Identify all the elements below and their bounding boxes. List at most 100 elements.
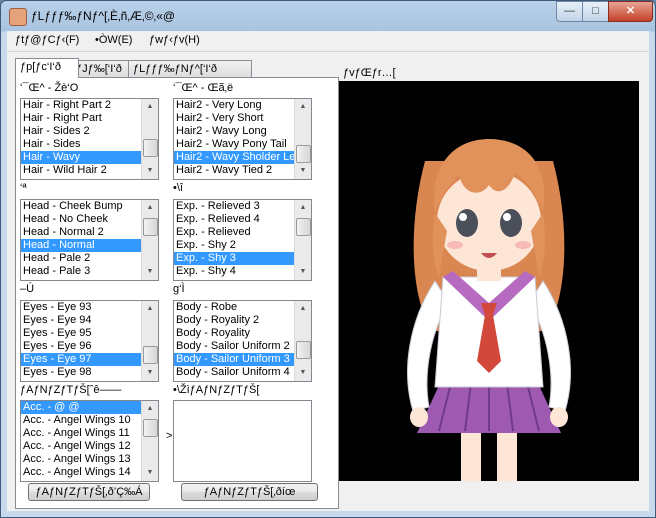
list-item[interactable]: Eyes - Eye 93 xyxy=(21,301,141,314)
list-item[interactable]: Hair - Wavy xyxy=(21,151,141,164)
scroll-up-arrow-icon[interactable]: ▲ xyxy=(295,301,311,317)
close-button[interactable]: ✕ xyxy=(608,1,653,22)
menu-help[interactable]: ƒwƒ‹ƒv(H) xyxy=(149,34,200,46)
list-item[interactable]: Eyes - Eye 97 xyxy=(21,353,141,366)
list-item[interactable]: Head - Cheek Bump xyxy=(21,200,141,213)
scroll-thumb[interactable] xyxy=(296,218,311,236)
list-item[interactable]: Exp. - Shy 3 xyxy=(174,252,294,265)
list-item[interactable]: Eyes - Eye 96 xyxy=(21,340,141,353)
list-item[interactable]: Hair2 - Very Long xyxy=(174,99,294,112)
scroll-thumb[interactable] xyxy=(143,346,158,364)
accessory-equipped-list[interactable] xyxy=(173,400,312,482)
expression-label: •\î xyxy=(173,182,183,194)
list-item[interactable]: Hair2 - Wavy Tied 2 xyxy=(174,164,294,177)
list-item[interactable]: Hair2 - Wavy Long xyxy=(174,125,294,138)
list-item[interactable]: Hair - Sides xyxy=(21,138,141,151)
list-item[interactable]: Exp. - Relieved 3 xyxy=(174,200,294,213)
scroll-down-arrow-icon[interactable]: ▼ xyxy=(295,163,311,179)
character-illustration xyxy=(407,139,571,481)
list-item[interactable]: Hair2 - Wavy Pony Tail xyxy=(174,138,294,151)
hair-back-list[interactable]: Hair2 - Very Long Hair2 - Very Short Hair2… xyxy=(173,98,312,180)
list-item[interactable]: Exp. - Relieved 4 xyxy=(174,213,294,226)
list-item[interactable]: Eyes - Eye 95 xyxy=(21,327,141,340)
list-item[interactable]: Head - Normal xyxy=(21,239,141,252)
eyes-list[interactable]: Eyes - Eye 93 Eyes - Eye 94 Eyes - Eye 95 E… xyxy=(20,300,159,382)
list-item[interactable]: Acc. - @ @ xyxy=(21,401,141,414)
list-item[interactable]: Exp. - Relieved xyxy=(174,226,294,239)
list-item[interactable]: Body - Sailor Uniform 2 xyxy=(174,340,294,353)
list-item[interactable]: Hair - Right Part 2 xyxy=(21,99,141,112)
scrollbar[interactable]: ▲ ▼ xyxy=(141,401,158,481)
list-item[interactable]: Acc. - Angel Wings 11 xyxy=(21,427,141,440)
list-item[interactable]: Body - Sailor Uniform 3 xyxy=(174,353,294,366)
list-item[interactable]: Hair2 - Wavy Sholder Length xyxy=(174,151,294,164)
list-item[interactable]: Exp. - Shy 4 xyxy=(174,265,294,278)
scroll-up-arrow-icon[interactable]: ▲ xyxy=(142,301,158,317)
list-item[interactable]: Eyes - Eye 94 xyxy=(21,314,141,327)
scroll-up-arrow-icon[interactable]: ▲ xyxy=(295,200,311,216)
list-item[interactable]: Body - Robe xyxy=(174,301,294,314)
scroll-thumb[interactable] xyxy=(296,145,311,163)
tab-colors[interactable]: ƒJƒ‰[‘I‘ð xyxy=(71,60,135,77)
maximize-button[interactable]: □ xyxy=(582,1,609,22)
scrollbar[interactable]: ▲ ▼ xyxy=(294,301,311,381)
scroll-thumb[interactable] xyxy=(143,218,158,236)
list-item[interactable]: Eyes - Eye 98 xyxy=(21,366,141,379)
add-accessory-button[interactable]: ƒAƒNƒZƒTƒŠ[‚ð’Ç‰Á xyxy=(28,483,150,501)
scroll-down-arrow-icon[interactable]: ▼ xyxy=(295,264,311,280)
transfer-arrow: > xyxy=(166,430,173,442)
tab-parts[interactable]: ƒp[ƒc‘I‘ð xyxy=(15,58,79,78)
list-item[interactable]: Exp. - Shy 2 xyxy=(174,239,294,252)
list-item[interactable]: Head - Pale 3 xyxy=(21,265,141,278)
head-list[interactable]: Head - Cheek Bump Head - No Cheek Head - N… xyxy=(20,199,159,281)
scroll-up-arrow-icon[interactable]: ▲ xyxy=(142,200,158,216)
hair-front-list[interactable]: Hair - Right Part 2 Hair - Right Part Hair… xyxy=(20,98,159,180)
scroll-down-arrow-icon[interactable]: ▼ xyxy=(295,365,311,381)
list-item[interactable]: Acc. - Angel Wings 14 xyxy=(21,466,141,479)
scroll-thumb[interactable] xyxy=(143,139,158,157)
list-item[interactable]: Acc. - Angel Wings 13 xyxy=(21,453,141,466)
scrollbar[interactable]: ▲ ▼ xyxy=(141,200,158,280)
menu-file[interactable]: ƒtƒ@ƒCƒ‹(F) xyxy=(15,34,79,46)
list-item[interactable]: Hair - Right Part xyxy=(21,112,141,125)
tab-characters[interactable]: ƒLƒƒƒ‰ƒNƒ^[‘I‘ð xyxy=(128,60,252,77)
scroll-down-arrow-icon[interactable]: ▼ xyxy=(142,365,158,381)
body-list[interactable]: Body - Robe Body - Royality 2 Body - Royal… xyxy=(173,300,312,382)
character-preview xyxy=(339,81,639,481)
preview-label: ƒvƒŒƒr…[ xyxy=(343,67,396,79)
list-item[interactable]: Head - Pale 2 xyxy=(21,252,141,265)
list-item[interactable]: Hair - Wild Hair 2 xyxy=(21,164,141,177)
scrollbar[interactable]: ▲ ▼ xyxy=(294,200,311,280)
scrollbar[interactable]: ▲ ▼ xyxy=(294,99,311,179)
accessory-list[interactable]: Acc. - @ @ Acc. - Angel Wings 10 Acc. - An… xyxy=(20,400,159,482)
minimize-button[interactable]: — xyxy=(556,1,583,22)
scroll-up-arrow-icon[interactable]: ▲ xyxy=(142,99,158,115)
list-item[interactable]: Body - Royality 2 xyxy=(174,314,294,327)
list-item[interactable]: Hair - Sides 2 xyxy=(21,125,141,138)
scroll-down-arrow-icon[interactable]: ▼ xyxy=(142,465,158,481)
list-item[interactable]: Head - No Cheek xyxy=(21,213,141,226)
scrollbar[interactable]: ▲ ▼ xyxy=(141,301,158,381)
scroll-up-arrow-icon[interactable]: ▲ xyxy=(295,99,311,115)
remove-accessory-button[interactable]: ƒAƒNƒZƒTƒŠ[‚ðíœ xyxy=(181,483,318,501)
app-window: ƒLƒƒƒ‰ƒNƒ^[‚È‚ñ‚Æ‚©‚«@ — □ ✕ ƒtƒ@ƒCƒ‹(F)… xyxy=(0,0,656,518)
scroll-down-arrow-icon[interactable]: ▼ xyxy=(142,163,158,179)
scroll-thumb[interactable] xyxy=(296,341,311,359)
app-icon xyxy=(9,8,27,26)
scroll-thumb[interactable] xyxy=(143,419,158,437)
scroll-down-arrow-icon[interactable]: ▼ xyxy=(142,264,158,280)
list-item[interactable]: Hair2 - Very Short xyxy=(174,112,294,125)
window-title: ƒLƒƒƒ‰ƒNƒ^[‚È‚ñ‚Æ‚©‚«@ xyxy=(31,9,176,23)
expression-list[interactable]: Exp. - Relieved 3 Exp. - Relieved 4 Exp. -… xyxy=(173,199,312,281)
list-item[interactable]: Acc. - Angel Wings 10 xyxy=(21,414,141,427)
title-bar[interactable]: ƒLƒƒƒ‰ƒNƒ^[‚È‚ñ‚Æ‚©‚«@ — □ ✕ xyxy=(1,1,655,31)
list-item[interactable]: Head - Normal 2 xyxy=(21,226,141,239)
list-item[interactable]: Body - Sailor Uniform 4 xyxy=(174,366,294,379)
menu-bar: ƒtƒ@ƒCƒ‹(F) •ÒW(E) ƒwƒ‹ƒv(H) xyxy=(7,31,649,52)
list-item[interactable]: Acc. - Angel Wings 12 xyxy=(21,440,141,453)
scrollbar[interactable]: ▲ ▼ xyxy=(141,99,158,179)
list-item[interactable]: Body - Royality xyxy=(174,327,294,340)
menu-edit[interactable]: •ÒW(E) xyxy=(95,34,132,46)
parts-panel: ‘¯Œ^ - Žè‘O Hair - Right Part 2 Hair - Ri… xyxy=(15,77,339,509)
scroll-up-arrow-icon[interactable]: ▲ xyxy=(142,401,158,417)
